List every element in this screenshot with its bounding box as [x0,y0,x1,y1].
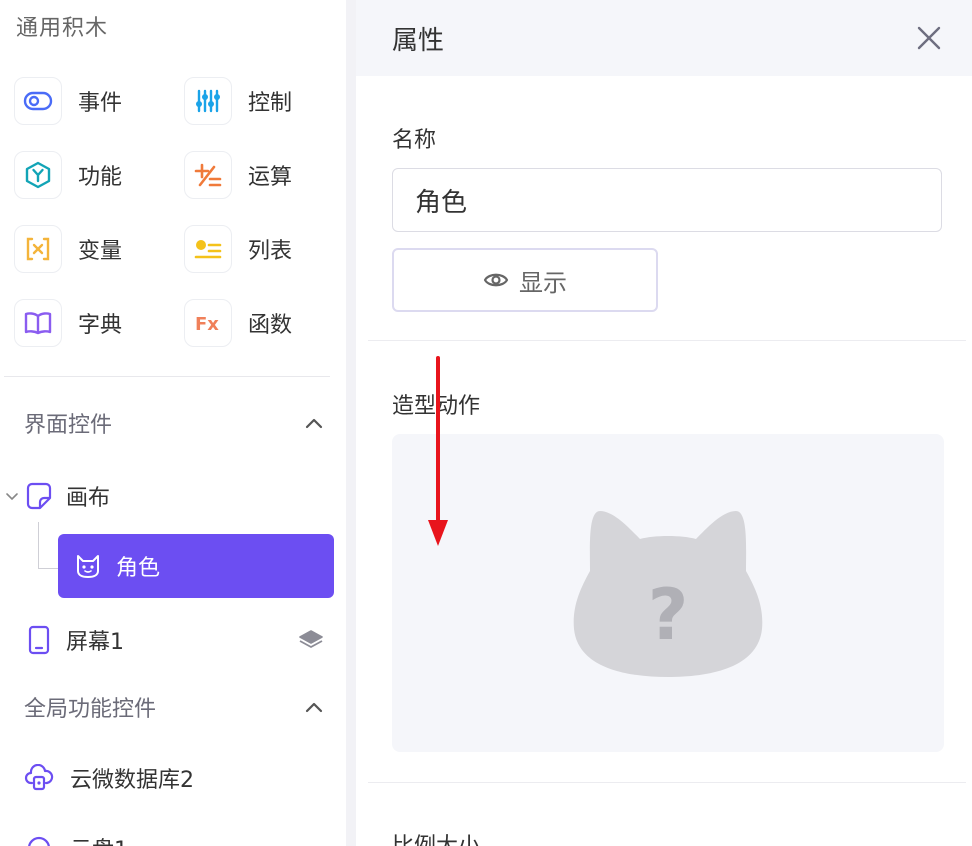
tree-connector-vertical [38,522,39,568]
bracket-x-icon [14,225,62,273]
block-event-label: 事件 [78,91,123,116]
name-input[interactable] [392,168,942,232]
svg-text:?: ? [648,574,689,656]
phone-icon [28,625,50,655]
show-toggle-button[interactable]: 显示 [392,248,658,312]
cloud-db-label: 云微数据库2 [70,768,194,793]
block-dictionary[interactable]: 字典 [14,298,174,348]
left-sidebar: 通用积木 事件 控制 功能 运算 变量 列表 字典 Fx 函数 界面控件 画布 … [0,0,346,846]
hexagon-y-icon [14,151,62,199]
global-controls-title: 全局功能控件 [24,697,157,722]
chevron-up-icon[interactable] [304,413,324,433]
canvas-label: 画布 [66,486,111,511]
red-arrow-annotation [428,356,448,546]
tree-item-screen1[interactable]: 屏幕1 [28,620,324,660]
sliders-icon [184,77,232,125]
costume-preview[interactable]: ? [392,434,944,752]
block-variable[interactable]: 变量 [14,224,174,274]
block-control[interactable]: 控制 [184,76,344,126]
panel-header: 属性 [356,0,972,76]
canvas-icon [26,482,52,510]
tree-item-role-selected[interactable]: 角色 [58,534,334,598]
global-controls-group-header[interactable]: 全局功能控件 [24,692,324,722]
block-list-label: 列表 [248,239,293,264]
block-function[interactable]: 功能 [14,150,174,200]
svg-text:Fx: Fx [195,314,219,335]
block-list[interactable]: 列表 [184,224,344,274]
tree-item-canvas[interactable]: 画布 [4,478,110,514]
general-blocks-title: 通用积木 [16,16,109,41]
panel-title: 属性 [392,25,445,56]
unknown-cat-placeholder-icon: ? [573,511,763,677]
panel-divider [368,340,966,341]
ui-controls-group-header[interactable]: 界面控件 [24,408,324,438]
close-icon [917,26,941,50]
list-icon [184,225,232,273]
block-event[interactable]: 事件 [14,76,174,126]
block-fx-label: 函数 [248,313,293,338]
block-fx[interactable]: Fx 函数 [184,298,344,348]
sidebar-separator [346,0,356,846]
show-toggle-label: 显示 [519,268,567,297]
chevron-up-icon[interactable] [304,697,324,717]
app-root: 通用积木 事件 控制 功能 运算 变量 列表 字典 Fx 函数 界面控件 画布 … [0,0,972,846]
tree-connector-horizontal [38,568,58,569]
close-button[interactable] [914,23,944,53]
block-dictionary-label: 字典 [78,313,123,338]
block-operator-label: 运算 [248,165,293,190]
block-function-label: 功能 [78,165,123,190]
fx-icon: Fx [184,299,232,347]
panel-divider [368,782,966,783]
cat-face-icon [74,553,102,579]
layers-icon[interactable] [298,628,324,652]
tree-item-cloud-drive[interactable]: 云盘1 [24,828,128,846]
chevron-down-icon[interactable] [4,491,20,501]
cloud-drive-icon [24,834,54,846]
cloud-drive-label: 云盘1 [70,832,128,846]
name-field-label: 名称 [392,128,437,153]
block-operator[interactable]: 运算 [184,150,344,200]
plus-minus-icon [184,151,232,199]
eye-icon [483,273,509,287]
tree-item-cloud-db[interactable]: 云微数据库2 [24,758,194,798]
block-control-label: 控制 [248,91,293,116]
sidebar-divider [4,376,330,377]
cloud-db-icon [24,764,54,792]
scale-field-label: 比例大小 [392,828,480,846]
block-variable-label: 变量 [78,239,123,264]
screen1-main: 屏幕1 [28,624,124,656]
book-icon [14,299,62,347]
screen1-label: 屏幕1 [66,630,124,655]
role-label: 角色 [116,556,161,581]
ui-controls-title: 界面控件 [24,413,113,438]
toggle-icon [14,77,62,125]
